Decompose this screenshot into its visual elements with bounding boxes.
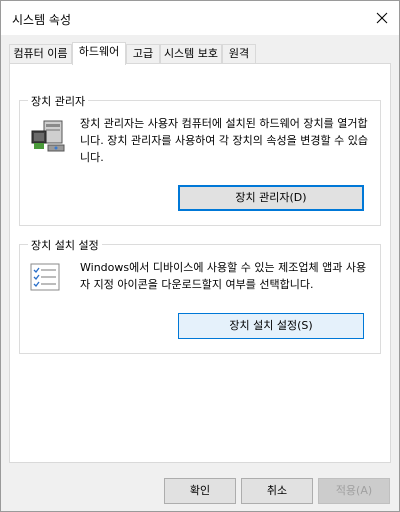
- ok-button[interactable]: 확인: [164, 478, 236, 504]
- tab-computer-name[interactable]: 컴퓨터 이름: [9, 44, 72, 64]
- tab-hardware[interactable]: 하드웨어: [72, 42, 126, 65]
- dialog-body: 컴퓨터 이름 하드웨어 고급 시스템 보호 원격 장치 관리자 장치 관리자는 …: [1, 35, 399, 471]
- dialog-footer: 확인 취소 적용(A): [1, 471, 399, 511]
- title-bar[interactable]: 시스템 속성: [1, 1, 399, 35]
- device-install-group: 장치 설치 설정 Windows에서 디바이스에 사용할 수 있는 제조업체 앱…: [19, 237, 381, 354]
- close-icon: [376, 12, 388, 24]
- tab-strip: 컴퓨터 이름 하드웨어 고급 시스템 보호 원격: [9, 42, 391, 65]
- device-manager-description: 장치 관리자는 사용자 컴퓨터에 설치된 하드웨어 장치를 열거합니다. 장치 …: [80, 117, 368, 164]
- hardware-tab-panel: 장치 관리자 장치 관리자는 사용자 컴퓨터에 설치된 하드웨어 장치를 열거합…: [9, 63, 391, 463]
- device-install-description: Windows에서 디바이스에 사용할 수 있는 제조업체 앱과 사용자 지정 …: [80, 261, 367, 291]
- device-manager-button[interactable]: 장치 관리자(D): [178, 185, 364, 211]
- apply-button[interactable]: 적용(A): [318, 478, 390, 504]
- device-manager-group: 장치 관리자 장치 관리자는 사용자 컴퓨터에 설치된 하드웨어 장치를 열거합…: [19, 93, 381, 226]
- tab-remote[interactable]: 원격: [222, 44, 256, 64]
- device-manager-group-title: 장치 관리자: [28, 93, 89, 109]
- tab-system-protection[interactable]: 시스템 보호: [160, 44, 222, 64]
- tab-advanced[interactable]: 고급: [126, 44, 160, 64]
- device-manager-icon: [30, 119, 68, 153]
- close-button[interactable]: [373, 9, 391, 27]
- window-title: 시스템 속성: [12, 13, 72, 27]
- device-install-group-title: 장치 설치 설정: [28, 237, 102, 253]
- cancel-button[interactable]: 취소: [241, 478, 313, 504]
- system-properties-window: 시스템 속성 컴퓨터 이름 하드웨어 고급 시스템 보호 원격 장치 관리자 장…: [0, 0, 400, 512]
- checklist-icon: [30, 263, 60, 291]
- device-install-settings-button[interactable]: 장치 설치 설정(S): [178, 313, 364, 339]
